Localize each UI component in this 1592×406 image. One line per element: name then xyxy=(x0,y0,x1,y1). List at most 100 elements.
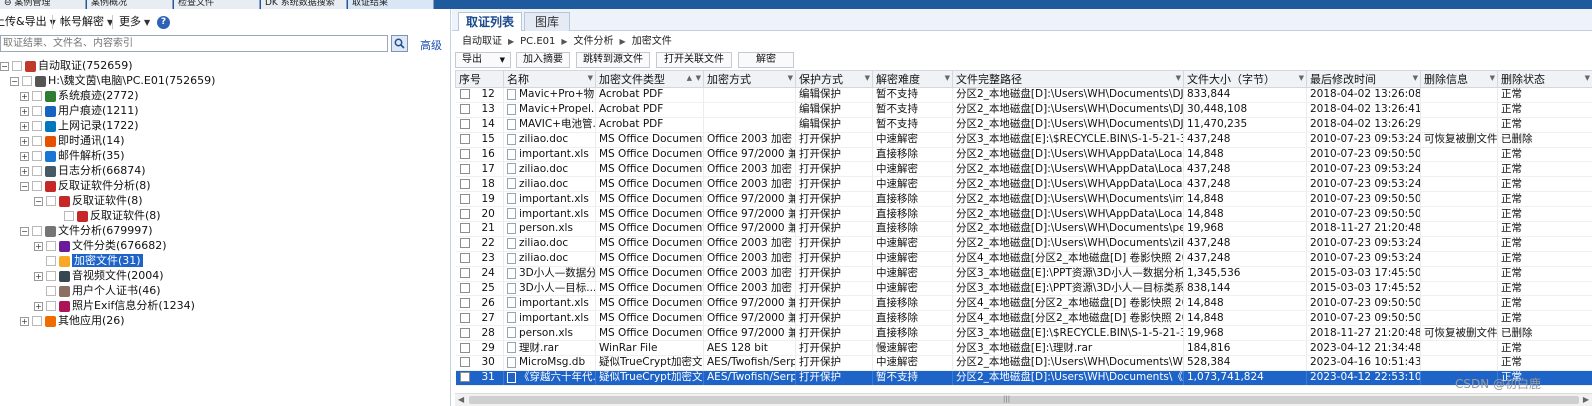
filter-dropdown-icon[interactable]: ▼ xyxy=(1585,74,1590,82)
tree-checkbox[interactable] xyxy=(46,286,56,296)
table-row[interactable]: 17 ziliao.doc MS Office Document Office 200… xyxy=(455,161,1592,178)
filter-dropdown-icon[interactable]: ▼ xyxy=(696,74,701,82)
filter-dropdown-icon[interactable]: ▼ xyxy=(945,74,950,82)
expand-icon[interactable]: + xyxy=(20,136,29,146)
expand-icon[interactable]: + xyxy=(34,271,43,281)
expand-icon[interactable]: + xyxy=(20,166,29,176)
filter-dropdown-icon[interactable]: ▼ xyxy=(1490,74,1495,82)
tree-node[interactable]: + 文件分类(676682) xyxy=(34,239,167,253)
advanced-search-link[interactable]: 高级 xyxy=(420,37,442,53)
tab-evidence-list[interactable]: 取证列表 xyxy=(458,12,522,31)
tree-checkbox[interactable] xyxy=(46,271,56,281)
col-header-seq[interactable]: 序号 xyxy=(455,70,504,88)
table-row[interactable]: 20 important.xls MS Office Document Office … xyxy=(455,206,1592,223)
tree-checkbox[interactable] xyxy=(32,121,42,131)
tree-checkbox[interactable] xyxy=(46,301,56,311)
table-row[interactable]: 29 理财.rar WinRar File AES 128 bit 打开保护 慢速解密 分区… xyxy=(455,340,1592,357)
tree-checkbox[interactable] xyxy=(46,256,56,266)
breadcrumb-item[interactable]: 加密文件 xyxy=(632,36,672,47)
upload-export-button[interactable]: 上传&导出▼ xyxy=(0,14,56,30)
collapse-icon[interactable]: − xyxy=(20,181,29,191)
row-checkbox[interactable] xyxy=(459,119,470,130)
tree-checkbox[interactable] xyxy=(32,136,42,146)
scroll-right-icon[interactable]: ▶ xyxy=(1583,395,1589,404)
tab-case-management[interactable]: ⊖ 案例管理 xyxy=(0,0,86,9)
tree-node[interactable]: − 文件分析(679997) xyxy=(20,224,153,238)
row-checkbox[interactable] xyxy=(459,357,470,368)
tree-node[interactable]: 用户个人证书(46) xyxy=(34,284,161,298)
horizontal-scrollbar[interactable]: ◀ ||| ▶ xyxy=(455,393,1592,406)
tab-gallery[interactable]: 图库 xyxy=(524,12,570,31)
tree-checkbox[interactable] xyxy=(64,211,74,221)
tree-node[interactable]: + 其他应用(26) xyxy=(20,314,125,328)
tree-node[interactable]: − 自动取证(752659) xyxy=(0,59,133,73)
col-header-type[interactable]: 加密文件类型 ▲ ▼ xyxy=(595,70,704,88)
tab-check-files[interactable]: 检查文件 xyxy=(174,0,260,9)
decrypt-button[interactable]: 解密 xyxy=(738,52,794,68)
table-row[interactable]: 18 ziliao.doc MS Office Document Office 200… xyxy=(455,176,1592,193)
add-summary-button[interactable]: 加入摘要 xyxy=(516,52,570,68)
tree-node[interactable]: + 日志分析(66874) xyxy=(20,164,146,178)
filter-dropdown-icon[interactable]: ▼ xyxy=(865,74,870,82)
tree-checkbox[interactable] xyxy=(32,91,42,101)
row-checkbox[interactable] xyxy=(459,327,470,338)
row-checkbox[interactable] xyxy=(459,372,470,383)
row-checkbox[interactable] xyxy=(459,223,470,234)
tree-checkbox[interactable] xyxy=(12,61,22,71)
tree-checkbox[interactable] xyxy=(46,241,56,251)
filter-dropdown-icon[interactable]: ▼ xyxy=(588,74,593,82)
search-button[interactable] xyxy=(391,35,408,52)
tree-node[interactable]: + 邮件解析(35) xyxy=(20,149,125,163)
expand-icon[interactable]: + xyxy=(34,241,43,251)
col-header-protect[interactable]: 保护方式 ▼ xyxy=(795,70,873,88)
table-row[interactable]: 28 person.xls MS Office Document Office 97/… xyxy=(455,325,1592,342)
tree-checkbox[interactable] xyxy=(32,181,42,191)
search-input[interactable] xyxy=(0,35,388,52)
tree-node[interactable]: 反取证软件(8) xyxy=(52,209,161,223)
row-checkbox[interactable] xyxy=(459,283,470,294)
table-row[interactable]: 27 important.xls MS Office Document Office … xyxy=(455,310,1592,327)
account-decrypt-button[interactable]: 帐号解密 ▼ xyxy=(60,14,113,30)
collapse-icon[interactable]: − xyxy=(20,226,29,236)
table-row[interactable]: 31 《穿越六十年代... 疑似TrueCrypt加密文件 AES/Twofish/S… xyxy=(455,370,1592,386)
table-row[interactable]: 12 Mavic+Pro+物...Acrobat PDF 编辑保护暂不支持分区2_本… xyxy=(455,87,1592,103)
table-row[interactable]: 26 important.xls MS Office Document Office … xyxy=(455,295,1592,312)
more-button[interactable]: 更多 ▼ xyxy=(119,14,150,30)
export-button[interactable]: 导出 ▼ xyxy=(455,52,511,68)
goto-source-button[interactable]: 跳转到源文件 xyxy=(576,52,650,68)
tree-node[interactable]: + 用户痕迹(1211) xyxy=(20,104,139,118)
filter-dropdown-icon[interactable]: ▼ xyxy=(1176,74,1181,82)
filter-dropdown-icon[interactable]: ▼ xyxy=(788,74,793,82)
row-checkbox[interactable] xyxy=(459,268,470,279)
expand-icon[interactable]: + xyxy=(20,316,29,326)
col-header-difficulty[interactable]: 解密难度 ▼ xyxy=(872,70,953,88)
table-row[interactable]: 19 important.xls MS Office Document Office … xyxy=(455,191,1592,208)
tree-node[interactable]: + 照片Exif信息分析(1234) xyxy=(34,299,195,313)
tree-node[interactable]: + 上网记录(1722) xyxy=(20,119,139,133)
table-row[interactable]: 21 person.xls MS Office Document Office 97/… xyxy=(455,221,1592,237)
table-row[interactable]: 14 MAVIC+电池管... Acrobat PDF 编辑保护 暂不支持 分区2_本地磁… xyxy=(455,117,1592,133)
tree-checkbox[interactable] xyxy=(32,106,42,116)
tree-node[interactable]: − H:\魏文茵\电脑\PC.E01(752659) xyxy=(10,74,215,88)
row-checkbox[interactable] xyxy=(459,238,470,249)
table-row[interactable]: 30 MicroMsg.db 疑似TrueCrypt加密文件 AES/Twofish/… xyxy=(455,355,1592,371)
scrollbar-thumb[interactable] xyxy=(469,396,1579,404)
table-row[interactable]: 22 ziliao.doc MS Office Document Office 200… xyxy=(455,236,1592,252)
breadcrumb-item[interactable]: 文件分析 xyxy=(574,36,614,47)
row-checkbox[interactable] xyxy=(459,208,470,219)
tab-system-search[interactable]: DK 系统数据搜索 xyxy=(261,0,347,9)
open-related-button[interactable]: 打开关联文件 xyxy=(656,52,732,68)
table-row[interactable]: 25 3D小人—目标... MS Office Document Office 200… xyxy=(455,281,1592,297)
table-row[interactable]: 15 ziliao.doc MS Office Document Office 200… xyxy=(455,132,1592,148)
tree-node[interactable]: 加密文件(31) xyxy=(34,254,143,268)
col-header-method[interactable]: 加密方式 ▼ xyxy=(703,70,796,88)
col-header-name[interactable]: 名称 ▼ xyxy=(503,70,596,88)
tree-checkbox[interactable] xyxy=(32,316,42,326)
filter-dropdown-icon[interactable]: ▼ xyxy=(1413,74,1418,82)
expand-icon[interactable]: + xyxy=(34,301,43,311)
tab-case-overview[interactable]: 案例概况 xyxy=(87,0,173,9)
help-icon[interactable]: ? xyxy=(157,16,170,29)
row-checkbox[interactable] xyxy=(459,149,470,159)
table-row[interactable]: 24 3D小人—数据分...MS Office DocumentOffice 20… xyxy=(455,266,1592,282)
expand-icon[interactable]: + xyxy=(20,91,29,101)
